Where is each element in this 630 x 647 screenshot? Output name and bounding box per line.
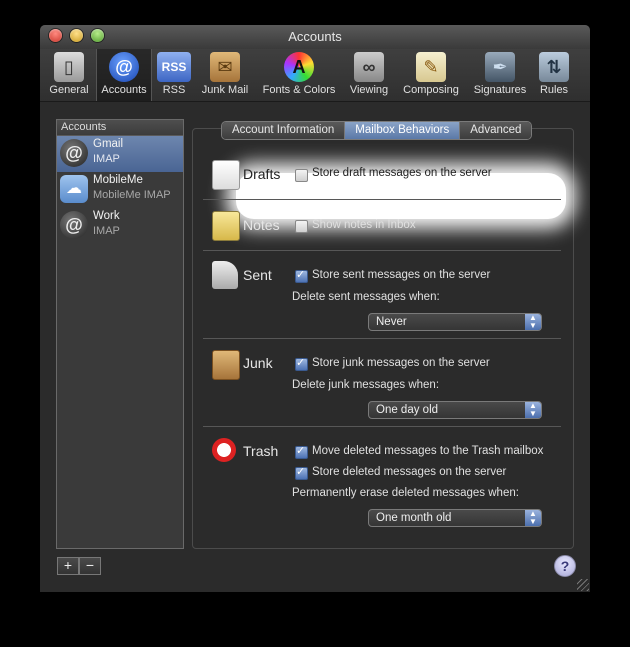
toolbar-junk-mail[interactable]: ✉ Junk Mail bbox=[196, 52, 254, 100]
erase-deleted-popup[interactable]: One month old ▲ ▼ bbox=[368, 509, 542, 527]
sent-title: Sent bbox=[243, 267, 272, 283]
pencil-paper-icon: ✎ bbox=[416, 52, 446, 82]
account-type: IMAP bbox=[93, 225, 120, 237]
junk-title: Junk bbox=[243, 355, 273, 371]
delete-sent-popup[interactable]: Never ▲ ▼ bbox=[368, 313, 542, 331]
tab-mailbox-behaviors[interactable]: Mailbox Behaviors bbox=[345, 122, 461, 139]
store-drafts-checkbox[interactable] bbox=[295, 169, 308, 182]
add-account-button[interactable]: + bbox=[57, 557, 79, 575]
pen-icon: ✒ bbox=[485, 52, 515, 82]
resize-grip[interactable] bbox=[577, 579, 589, 591]
delete-junk-popup[interactable]: One day old ▲ ▼ bbox=[368, 401, 542, 419]
store-sent-checkbox[interactable] bbox=[295, 268, 308, 283]
store-deleted-checkbox[interactable] bbox=[295, 465, 308, 480]
account-name: MobileMe bbox=[93, 174, 143, 186]
toolbar-rules[interactable]: ⇅ Rules bbox=[534, 52, 574, 100]
no-entry-icon bbox=[212, 438, 236, 462]
delete-junk-value: One day old bbox=[376, 404, 439, 416]
account-type: IMAP bbox=[93, 153, 120, 165]
glasses-icon: ∞ bbox=[354, 52, 384, 82]
drafts-title: Drafts bbox=[243, 166, 281, 182]
erase-deleted-value: One month old bbox=[376, 512, 452, 524]
notes-pad-icon bbox=[212, 211, 240, 241]
delete-junk-label: Delete junk messages when: bbox=[292, 379, 440, 391]
account-name: Gmail bbox=[93, 138, 124, 150]
show-notes-label: Show notes in Inbox bbox=[312, 219, 416, 231]
trash-title: Trash bbox=[243, 443, 279, 459]
junk-bag-icon bbox=[212, 350, 240, 380]
updown-arrows-icon: ▲ ▼ bbox=[525, 402, 541, 418]
divider bbox=[203, 250, 561, 251]
window-title: Accounts bbox=[288, 29, 342, 44]
at-sign-icon: @ bbox=[60, 139, 88, 167]
drafts-document-icon bbox=[212, 160, 240, 190]
accounts-list: Accounts @ Gmail IMAP ☁ MobileMe MobileM… bbox=[56, 119, 184, 549]
fonts-colors-icon: A bbox=[284, 52, 314, 82]
preferences-window: Accounts ▯ General @ Accounts RSS RSS ✉ … bbox=[40, 25, 590, 592]
divider bbox=[203, 338, 561, 339]
rss-icon: RSS bbox=[157, 52, 191, 82]
account-name: Work bbox=[93, 210, 120, 222]
account-gmail[interactable]: @ Gmail IMAP bbox=[57, 136, 183, 172]
tab-bar: Account Information Mailbox Behaviors Ad… bbox=[221, 121, 533, 140]
paper-plane-icon bbox=[212, 261, 238, 289]
notes-title: Notes bbox=[243, 217, 280, 233]
updown-arrows-icon: ▲ ▼ bbox=[525, 510, 541, 526]
store-junk-label: Store junk messages on the server bbox=[312, 357, 490, 369]
rules-icon: ⇅ bbox=[539, 52, 569, 82]
drafts-highlight bbox=[236, 173, 566, 219]
divider bbox=[203, 426, 561, 427]
remove-account-button[interactable]: − bbox=[79, 557, 101, 575]
toolbar-accounts[interactable]: @ Accounts bbox=[96, 49, 152, 101]
store-sent-label: Store sent messages on the server bbox=[312, 269, 491, 281]
tab-account-information[interactable]: Account Information bbox=[222, 122, 346, 139]
delete-sent-label: Delete sent messages when: bbox=[292, 291, 440, 303]
updown-arrows-icon: ▲ ▼ bbox=[525, 314, 541, 330]
account-mobileme[interactable]: ☁ MobileMe MobileMe IMAP bbox=[57, 172, 183, 208]
at-sign-icon: @ bbox=[60, 211, 88, 239]
toolbar-viewing[interactable]: ∞ Viewing bbox=[344, 52, 394, 100]
at-sign-icon: @ bbox=[109, 52, 139, 82]
account-type: MobileMe IMAP bbox=[93, 189, 171, 201]
move-deleted-checkbox[interactable] bbox=[295, 444, 308, 459]
toolbar: ▯ General @ Accounts RSS RSS ✉ Junk Mail… bbox=[40, 49, 590, 102]
store-junk-checkbox[interactable] bbox=[295, 356, 308, 371]
move-deleted-label: Move deleted messages to the Trash mailb… bbox=[312, 445, 544, 457]
delete-sent-value: Never bbox=[376, 316, 407, 328]
store-drafts-label: Store draft messages on the server bbox=[312, 167, 492, 179]
toolbar-rss[interactable]: RSS RSS bbox=[154, 52, 194, 100]
toolbar-fonts-colors[interactable]: A Fonts & Colors bbox=[256, 52, 342, 100]
toolbar-signatures[interactable]: ✒ Signatures bbox=[468, 52, 532, 100]
store-deleted-label: Store deleted messages on the server bbox=[312, 466, 507, 478]
title-bar[interactable]: Accounts bbox=[40, 25, 590, 49]
show-notes-checkbox[interactable] bbox=[295, 220, 308, 233]
toolbar-general[interactable]: ▯ General bbox=[44, 52, 94, 100]
junk-bag-icon: ✉ bbox=[210, 52, 240, 82]
help-button[interactable]: ? bbox=[554, 555, 576, 577]
cloud-icon: ☁ bbox=[60, 175, 88, 203]
divider bbox=[203, 199, 561, 200]
switch-icon: ▯ bbox=[54, 52, 84, 82]
toolbar-composing[interactable]: ✎ Composing bbox=[396, 52, 466, 100]
account-work[interactable]: @ Work IMAP bbox=[57, 208, 183, 244]
erase-deleted-label: Permanently erase deleted messages when: bbox=[292, 487, 519, 499]
accounts-list-header: Accounts bbox=[57, 120, 183, 136]
tab-advanced[interactable]: Advanced bbox=[460, 122, 532, 139]
